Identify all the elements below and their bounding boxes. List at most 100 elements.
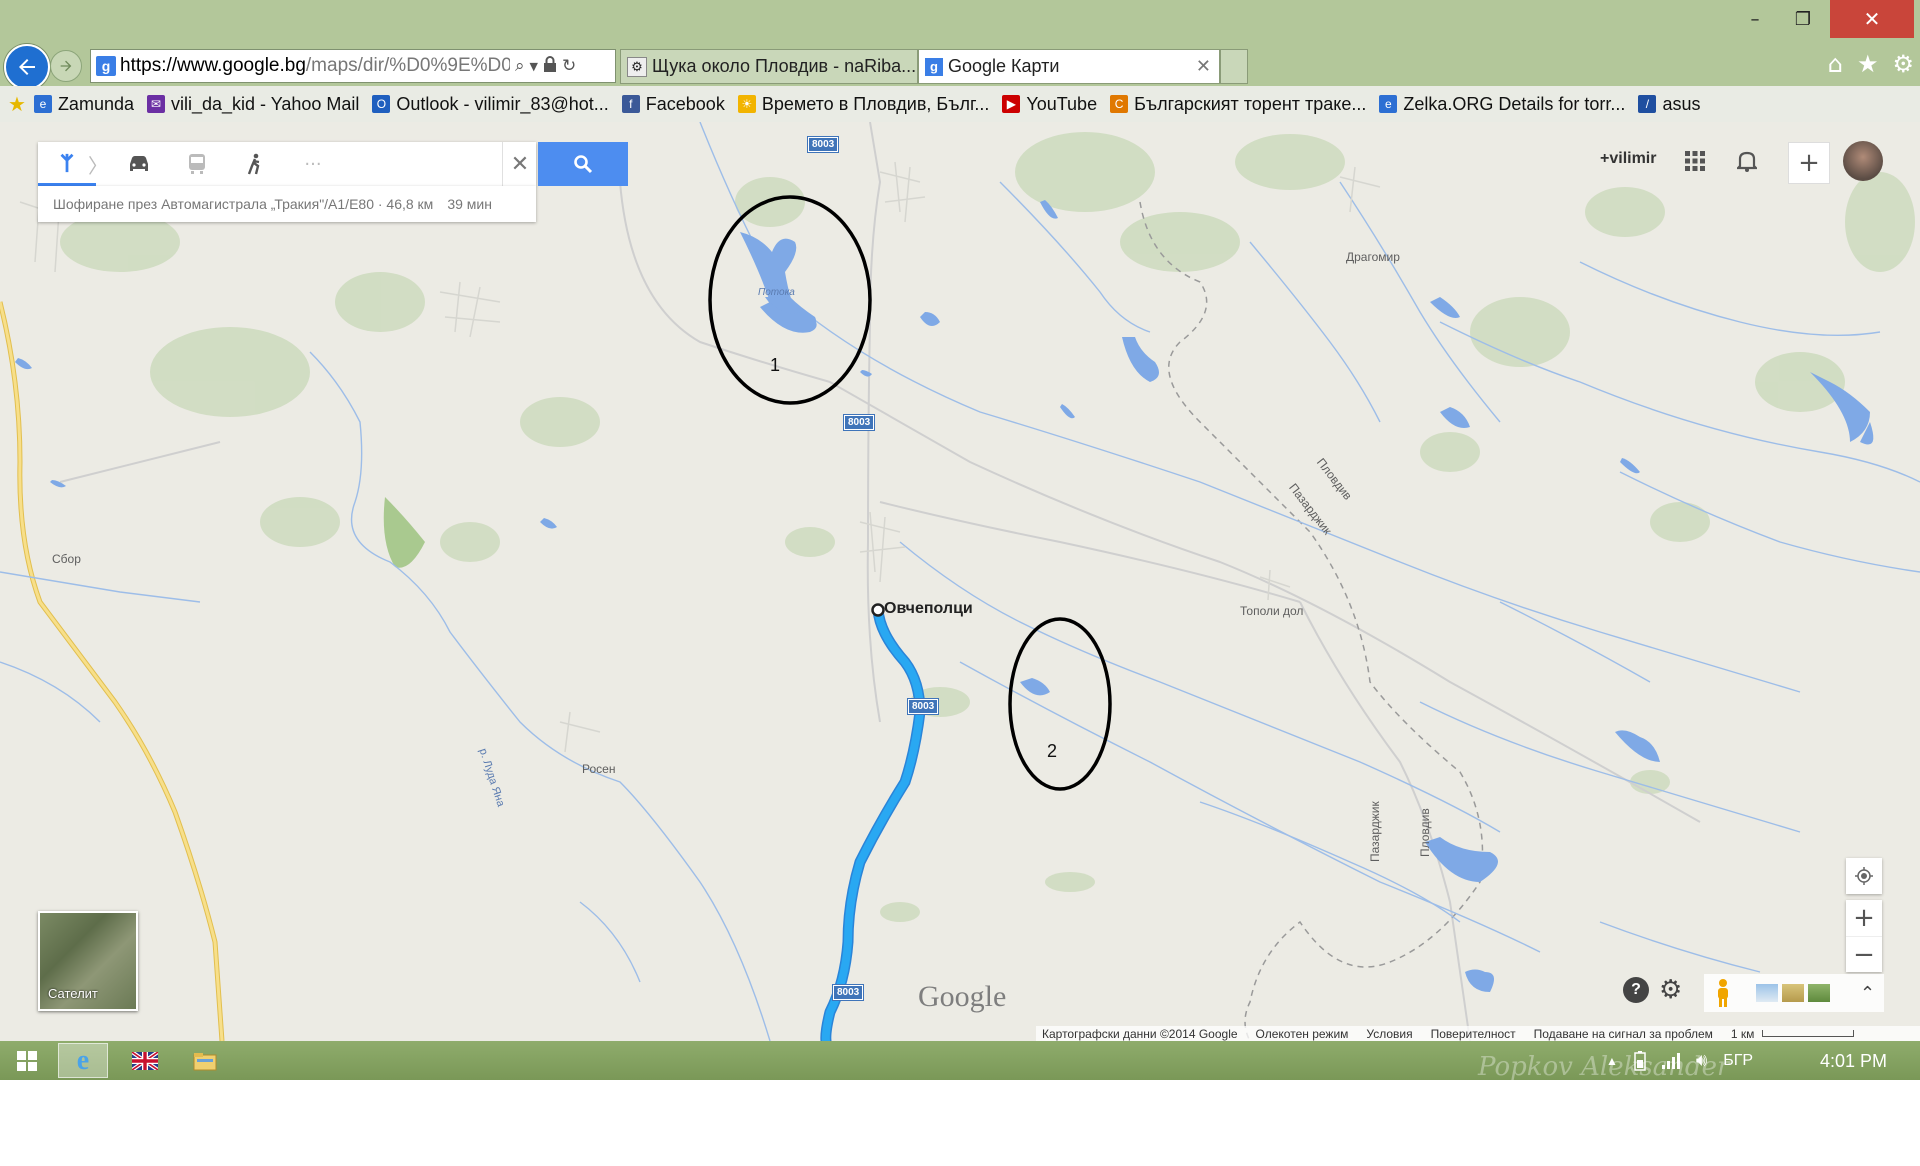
- taskbar-explorer-button[interactable]: [180, 1043, 230, 1078]
- close-tab-icon[interactable]: ✕: [1196, 56, 1211, 77]
- page-favicon-icon: ⚙: [627, 56, 647, 77]
- scale-label[interactable]: 1 км: [1731, 1027, 1755, 1041]
- internet-explorer-icon: e: [76, 1044, 90, 1076]
- route-start-marker: [871, 603, 885, 617]
- home-icon[interactable]: ⌂: [1828, 50, 1843, 78]
- favorite-label: vili_da_kid - Yahoo Mail: [170, 93, 360, 114]
- forward-arrow-icon: [60, 60, 72, 72]
- annotation-ellipse-2: [1008, 617, 1112, 791]
- map-graphic: [0, 122, 1920, 1041]
- apps-grid-icon[interactable]: [1677, 143, 1713, 179]
- satellite-label: Сателит: [48, 986, 98, 1001]
- url-domain: https://www.google.bg: [120, 55, 306, 76]
- account-name[interactable]: +vilimir: [1600, 150, 1656, 168]
- map-canvas[interactable]: 8003 8003 8003 8003 Овчеполци Драгомир Т…: [0, 122, 1920, 1041]
- favorite-link[interactable]: ✉ vili_da_kid - Yahoo Mail: [146, 93, 360, 115]
- weather-icon: ☀: [737, 95, 756, 113]
- dropdown-icon[interactable]: ▼: [530, 60, 538, 73]
- imagery-strip[interactable]: ⌃: [1704, 974, 1884, 1012]
- favorite-link[interactable]: ▶ YouTube: [1002, 94, 1097, 115]
- notifications-bell-icon[interactable]: [1729, 143, 1765, 179]
- favorite-label: Zamunda: [57, 93, 134, 114]
- place-label-rosen[interactable]: Росен: [582, 762, 615, 776]
- favorite-link[interactable]: e Zelka.ORG Details for torr...: [1379, 94, 1625, 115]
- map-footer: Картографски данни ©2014 Google Олекотен…: [1036, 1026, 1920, 1041]
- new-tab-button[interactable]: [1220, 49, 1248, 84]
- zoom-in-button[interactable]: +: [1846, 900, 1882, 937]
- add-favorite-star-icon[interactable]: ★: [8, 92, 26, 117]
- my-location-button[interactable]: [1846, 858, 1882, 894]
- privacy-link[interactable]: Поверителност: [1431, 1027, 1516, 1041]
- lake-label-potoka: Потока: [758, 287, 795, 298]
- route-duration: 39 мин: [447, 196, 492, 212]
- rivers: [0, 122, 1920, 1041]
- taskbar-language-button[interactable]: [120, 1043, 170, 1078]
- favorite-link[interactable]: ☀ Времето в Пловдив, Бълг...: [737, 94, 989, 115]
- terms-link[interactable]: Условия: [1366, 1027, 1412, 1041]
- road-shield: 8003: [833, 985, 864, 1000]
- place-label-sbor[interactable]: Сбор: [52, 552, 81, 566]
- road-shield: 8003: [908, 699, 939, 714]
- clear-icon[interactable]: ✕: [502, 142, 537, 186]
- park-area: [383, 497, 425, 568]
- close-window-button[interactable]: ✕: [1830, 0, 1914, 38]
- share-plus-button[interactable]: +: [1788, 142, 1830, 184]
- uk-flag-icon: [132, 1051, 158, 1070]
- photo-thumb[interactable]: [1808, 984, 1830, 1002]
- maximize-button[interactable]: ❐: [1774, 0, 1832, 38]
- place-label-topoli-dol[interactable]: Тополи дол: [1240, 604, 1303, 618]
- watermark: Popkov Aleksander: [1478, 1052, 1730, 1080]
- favorites-star-icon[interactable]: ★: [1857, 50, 1879, 78]
- settings-gear-icon[interactable]: ⚙: [1892, 50, 1914, 78]
- favorite-label: Българският торент траке...: [1134, 93, 1367, 114]
- favorite-link[interactable]: C Българският торент траке...: [1110, 94, 1366, 115]
- place-label-ovchepoltsi[interactable]: Овчеполци: [884, 600, 973, 618]
- help-icon[interactable]: ?: [1623, 977, 1649, 1003]
- facebook-icon: f: [621, 95, 640, 113]
- search-icon[interactable]: ⌕: [515, 56, 525, 76]
- back-button[interactable]: [4, 44, 50, 90]
- favorite-link[interactable]: f Facebook: [621, 94, 725, 115]
- pegman-icon[interactable]: [1712, 978, 1734, 1008]
- address-bar[interactable]: g https://www.google.bg/maps/dir/%D0%9E%…: [90, 49, 616, 83]
- transit-icon[interactable]: [168, 142, 226, 186]
- photo-thumb[interactable]: [1756, 984, 1778, 1002]
- lite-mode-link[interactable]: Олекотен режим: [1256, 1027, 1349, 1041]
- favorite-link[interactable]: O Outlook - vilimir_83@hot...: [372, 94, 609, 115]
- lock-icon[interactable]: [543, 55, 557, 77]
- report-problem-link[interactable]: Подаване на сигнал за проблем: [1534, 1027, 1713, 1041]
- mail-icon: ✉: [146, 95, 165, 113]
- favorite-link[interactable]: e Zamunda: [33, 93, 134, 115]
- avatar[interactable]: [1843, 141, 1883, 181]
- walk-icon[interactable]: [226, 142, 284, 186]
- tab-google-maps[interactable]: g Google Карти ✕: [918, 49, 1220, 84]
- scale-bar: [1762, 1030, 1855, 1037]
- route-description: Шофиране през Автомагистрала „Тракия"/A1…: [53, 196, 434, 212]
- search-button[interactable]: [538, 142, 628, 186]
- url-text[interactable]: https://www.google.bg/maps/dir/%D0%9E%D0…: [120, 55, 510, 77]
- satellite-toggle[interactable]: Сателит: [38, 911, 138, 1011]
- start-button[interactable]: [2, 1043, 52, 1078]
- windows-logo-icon: [17, 1050, 37, 1071]
- taskbar-ie-button[interactable]: e: [58, 1043, 108, 1078]
- forward-button[interactable]: [50, 50, 82, 82]
- tab-naRiba[interactable]: ⚙ Щука около Пловдив - naRiba...: [620, 49, 918, 84]
- road-label: Пазарджик: [1368, 801, 1382, 862]
- torrent-icon: C: [1110, 95, 1129, 113]
- asus-icon: /: [1638, 95, 1657, 113]
- expand-chevron-icon[interactable]: ⌃: [1860, 983, 1875, 1004]
- settings-gear-icon[interactable]: ⚙: [1659, 975, 1682, 1005]
- refresh-icon[interactable]: ↻: [562, 56, 576, 76]
- youtube-icon: ▶: [1002, 95, 1021, 113]
- back-arrow-icon: [19, 59, 35, 75]
- zoom-out-button[interactable]: −: [1846, 937, 1882, 973]
- clock[interactable]: 4:01 PM: [1820, 1051, 1887, 1072]
- google-favicon-icon: g: [925, 57, 943, 76]
- route-summary[interactable]: Шофиране през Автомагистрала „Тракия"/A1…: [38, 186, 536, 222]
- favorite-link[interactable]: / asus: [1638, 94, 1700, 115]
- taskbar: e ▲ 🔊︎ БГР 4:01 PM Popkov Aleksander: [0, 1041, 1920, 1080]
- place-label-dragomir[interactable]: Драгомир: [1346, 250, 1400, 264]
- photo-thumb[interactable]: [1782, 984, 1804, 1002]
- more-icon[interactable]: ···: [284, 142, 342, 186]
- car-icon[interactable]: [110, 142, 168, 186]
